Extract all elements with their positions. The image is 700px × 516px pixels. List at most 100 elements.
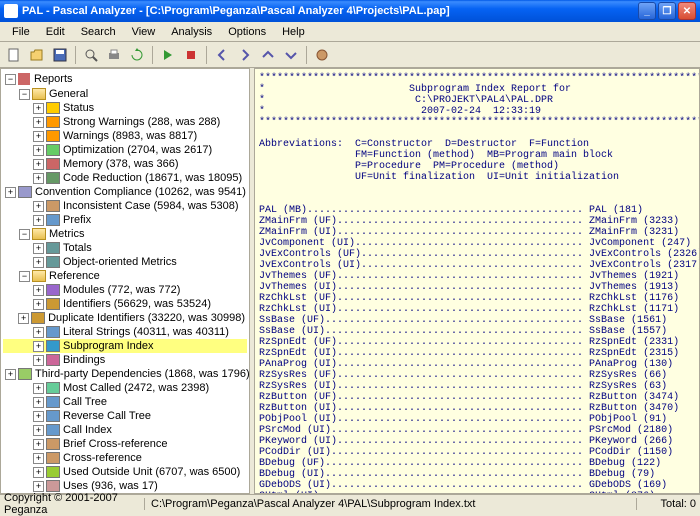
expander-icon[interactable]: + [33,481,44,492]
expander-icon[interactable]: + [33,159,44,170]
node-icon [18,368,32,380]
options-button[interactable] [312,45,332,65]
expander-icon[interactable]: + [33,411,44,422]
find-button[interactable] [81,45,101,65]
refresh-button[interactable] [127,45,147,65]
minimize-button[interactable]: _ [638,2,656,20]
tree-item[interactable]: +Object-oriented Metrics [3,255,247,269]
new-button[interactable] [4,45,24,65]
expander-icon[interactable]: + [33,327,44,338]
expander-icon[interactable]: + [33,299,44,310]
tree-item[interactable]: +Subprogram Index [3,339,247,353]
expander-icon[interactable]: + [33,355,44,366]
tree-item[interactable]: +Used Outside Unit (6707, was 6500) [3,465,247,479]
expander-icon[interactable]: + [33,383,44,394]
tree-group-metrics[interactable]: − Metrics [3,227,247,241]
menu-file[interactable]: File [4,24,38,40]
save-button[interactable] [50,45,70,65]
menu-view[interactable]: View [124,24,164,40]
nav-up-button[interactable] [258,45,278,65]
expander-icon[interactable]: + [33,243,44,254]
window-title: PAL - Pascal Analyzer - [C:\Program\Pega… [22,5,638,17]
tree-item[interactable]: +Duplicate Identifiers (33220, was 30998… [3,311,247,325]
nav-back-button[interactable] [212,45,232,65]
title-bar: PAL - Pascal Analyzer - [C:\Program\Pega… [0,0,700,22]
tree-panel[interactable]: − Reports −General+Status+Strong Warning… [0,68,250,494]
folder-icon [32,88,46,100]
tree-item[interactable]: +Bindings [3,353,247,367]
expander-icon[interactable]: + [33,397,44,408]
collapse-icon[interactable]: − [5,74,16,85]
expander-icon[interactable]: + [33,285,44,296]
expander-icon[interactable]: + [33,467,44,478]
menu-options[interactable]: Options [220,24,274,40]
expander-icon[interactable]: + [33,425,44,436]
node-icon [46,396,60,408]
expander-icon[interactable]: + [33,117,44,128]
expander-icon[interactable]: − [19,89,30,100]
tree-item-label: Prefix [63,214,91,226]
expander-icon[interactable]: + [33,439,44,450]
tree-item[interactable]: +Code Reduction (18671, was 18095) [3,171,247,185]
expander-icon[interactable]: + [33,145,44,156]
node-icon [18,186,32,198]
expander-icon[interactable]: + [33,257,44,268]
expander-icon[interactable]: − [19,271,30,282]
tree-item[interactable]: + Modules (772, was 772) [3,283,247,297]
tree-group-reference[interactable]: −Reference [3,269,247,283]
tree-item[interactable]: + Prefix [3,213,247,227]
maximize-button[interactable]: ❐ [658,2,676,20]
tree-item-label: Totals [63,242,92,254]
tree-item[interactable]: +Optimization (2704, was 2617) [3,143,247,157]
menu-analysis[interactable]: Analysis [163,24,220,40]
tree-item[interactable]: +Reverse Call Tree [3,409,247,423]
tree-item[interactable]: +Inconsistent Case (5984, was 5308) [3,199,247,213]
tree-item[interactable]: +Call Index [3,423,247,437]
run-button[interactable] [158,45,178,65]
node-icon [31,312,45,324]
tree-item-label: Modules (772, was 772) [63,284,180,296]
folder-icon [32,228,46,240]
expander-icon[interactable]: + [5,187,16,198]
report-panel[interactable]: ****************************************… [254,68,700,494]
expander-icon[interactable]: + [33,173,44,184]
tree-item[interactable]: + Cross-reference [3,451,247,465]
expander-icon[interactable]: − [19,229,30,240]
tree-item-label: Most Called (2472, was 2398) [63,382,209,394]
close-button[interactable]: ✕ [678,2,696,20]
expander-icon[interactable]: + [33,201,44,212]
tree-item[interactable]: +Strong Warnings (288, was 288) [3,115,247,129]
tree-group-label: Metrics [49,228,84,240]
tree-item[interactable]: +Brief Cross-reference [3,437,247,451]
tree-item[interactable]: +Status [3,101,247,115]
expander-icon[interactable]: + [33,453,44,464]
menu-edit[interactable]: Edit [38,24,73,40]
expander-icon[interactable]: + [33,215,44,226]
expander-icon[interactable]: + [5,369,16,380]
tree-item[interactable]: +Memory (378, was 366) [3,157,247,171]
menu-help[interactable]: Help [274,24,313,40]
expander-icon[interactable]: + [33,131,44,142]
expander-icon[interactable]: + [33,103,44,114]
print-button[interactable] [104,45,124,65]
expander-icon[interactable]: + [33,341,44,352]
tree-item[interactable]: +Third-party Dependencies (1868, was 179… [3,367,247,381]
stop-button[interactable] [181,45,201,65]
tree-item[interactable]: +Call Tree [3,395,247,409]
tree-root-label: Reports [34,73,73,85]
nav-down-button[interactable] [281,45,301,65]
tree-item[interactable]: + Totals [3,241,247,255]
tree-root[interactable]: − Reports [3,71,247,87]
tree-item[interactable]: +Identifiers (56629, was 53524) [3,297,247,311]
tree-item[interactable]: +Convention Compliance (10262, was 9541) [3,185,247,199]
tree-group-general[interactable]: −General [3,87,247,101]
tree-item[interactable]: +Literal Strings (40311, was 40311) [3,325,247,339]
tree-item[interactable]: + Most Called (2472, was 2398) [3,381,247,395]
menu-search[interactable]: Search [73,24,124,40]
tree-item[interactable]: +Warnings (8983, was 8817) [3,129,247,143]
tree-item-label: Uses (936, was 17) [63,480,158,492]
open-button[interactable] [27,45,47,65]
tree-item-label: Cross-reference [63,452,142,464]
expander-icon[interactable]: + [18,313,29,324]
nav-forward-button[interactable] [235,45,255,65]
